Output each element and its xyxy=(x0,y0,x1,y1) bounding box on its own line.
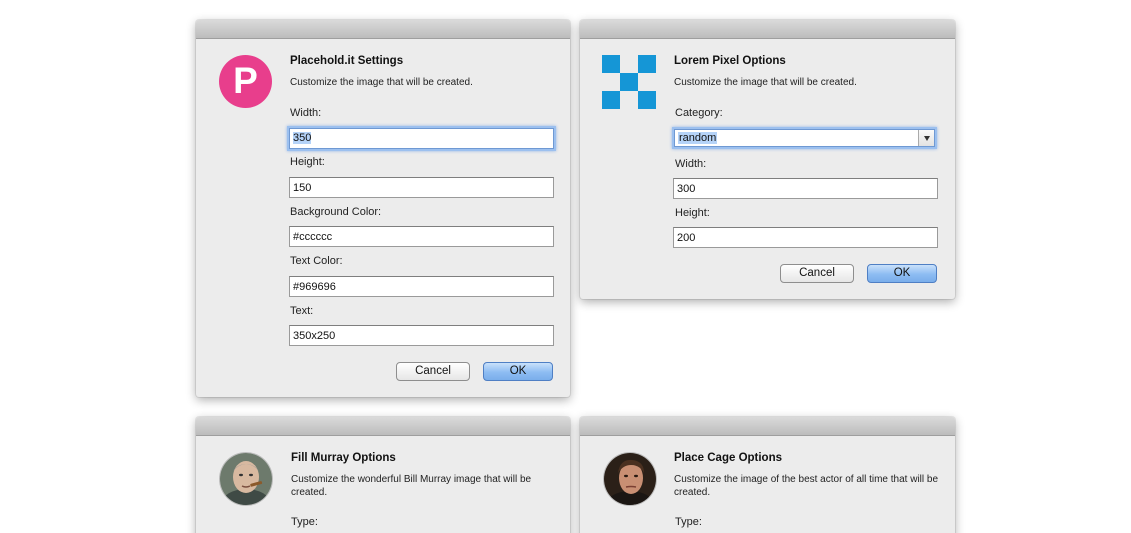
nicolas-cage-avatar xyxy=(604,453,656,505)
category-dropdown-arrow[interactable] xyxy=(918,130,934,146)
category-label: Category: xyxy=(675,107,723,119)
lorempixel-titlebar[interactable] xyxy=(580,20,955,39)
placeholdit-title: Placehold.it Settings xyxy=(290,55,404,67)
lp-width-input[interactable] xyxy=(673,178,938,199)
text-input[interactable] xyxy=(289,325,554,346)
lp-height-input[interactable] xyxy=(673,227,938,248)
background-color-label: Background Color: xyxy=(290,206,382,218)
placeholdit-titlebar[interactable] xyxy=(196,20,570,39)
lp-width-label: Width: xyxy=(675,158,707,170)
category-select-value: random xyxy=(678,132,718,144)
text-color-input[interactable] xyxy=(289,276,554,297)
text-color-label: Text Color: xyxy=(290,255,343,267)
placecage-options-dialog: Place Cage Options Customize the image o… xyxy=(580,417,955,533)
placeholdit-settings-dialog: P Placehold.it Settings Customize the im… xyxy=(196,20,570,397)
placecage-subtitle: Customize the image of the best actor of… xyxy=(674,474,939,498)
placecage-title: Place Cage Options xyxy=(674,452,783,464)
height-label: Height: xyxy=(290,156,325,168)
chevron-down-icon xyxy=(924,136,930,141)
placeholdit-logo-letter: P xyxy=(233,60,258,101)
lorempixel-ok-button[interactable]: OK xyxy=(867,264,937,283)
placeholdit-ok-button[interactable]: OK xyxy=(483,362,553,381)
text-label: Text: xyxy=(290,305,314,317)
lorempixel-subtitle: Customize the image that will be created… xyxy=(674,77,857,88)
width-label: Width: xyxy=(290,107,322,119)
background-color-input[interactable] xyxy=(289,226,554,247)
placeholdit-subtitle: Customize the image that will be created… xyxy=(290,77,473,88)
lorempixel-cancel-button[interactable]: Cancel xyxy=(780,264,854,283)
lorempixel-options-dialog: Lorem Pixel Options Customize the image … xyxy=(580,20,955,299)
lorempixel-title: Lorem Pixel Options xyxy=(674,55,786,67)
placecage-type-label: Type: xyxy=(675,516,702,528)
fillmurray-type-label: Type: xyxy=(291,516,318,528)
fillmurray-titlebar[interactable] xyxy=(196,417,570,436)
height-input[interactable] xyxy=(289,177,554,198)
fillmurray-title: Fill Murray Options xyxy=(291,452,396,464)
bill-murray-avatar xyxy=(220,453,272,505)
checkerboard-icon xyxy=(602,55,656,109)
width-input-value: 350 xyxy=(293,132,312,144)
fillmurray-options-dialog: Fill Murray Options Customize the wonder… xyxy=(196,417,570,533)
category-select[interactable]: random xyxy=(674,129,935,147)
width-input[interactable]: 350 xyxy=(289,128,554,149)
lp-height-label: Height: xyxy=(675,207,710,219)
placecage-titlebar[interactable] xyxy=(580,417,955,436)
placeholdit-p-icon: P xyxy=(219,55,272,108)
placeholdit-cancel-button[interactable]: Cancel xyxy=(396,362,470,381)
fillmurray-subtitle: Customize the wonderful Bill Murray imag… xyxy=(291,474,532,498)
